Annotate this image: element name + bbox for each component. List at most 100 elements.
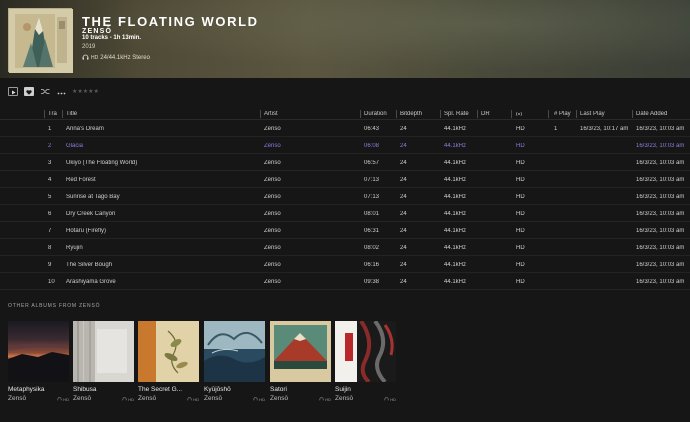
column-format-icon[interactable] <box>515 111 523 119</box>
track-date-added: 16/3/23, 10:03 am <box>636 194 685 200</box>
album-card-artist[interactable]: Zensō <box>8 395 26 402</box>
album-card-suijin[interactable]: Suijin Zensō HD <box>335 321 396 402</box>
album-card-name[interactable]: The Secret G... <box>138 386 199 393</box>
column-play-count[interactable]: # Play <box>554 111 571 117</box>
track-row[interactable]: 7 Hotaru (Firefly) Zensō 06:31 24 44.1kHz HD 16… <box>0 222 690 239</box>
album-card-hd-text: HD <box>390 397 396 402</box>
track-number: 8 <box>48 245 52 251</box>
track-bitdepth: 24 <box>400 194 407 200</box>
track-hd-badge: HD <box>516 211 525 217</box>
track-title[interactable]: Arashiyama Grove <box>66 279 116 285</box>
track-artist[interactable]: Zensō <box>264 160 281 166</box>
track-bitdepth: 24 <box>400 211 407 217</box>
headphones-icon <box>319 397 324 402</box>
track-title[interactable]: Ukiyo (The Floating World) <box>66 160 137 166</box>
track-date-added: 16/3/23, 10:03 am <box>636 279 685 285</box>
album-card-cover[interactable] <box>204 321 265 382</box>
track-duration: 06:31 <box>364 228 380 234</box>
column-bitdepth[interactable]: Bitdepth <box>400 111 422 117</box>
track-title[interactable]: Hotaru (Firefly) <box>66 228 106 234</box>
album-year: 2019 <box>82 44 96 50</box>
track-artist[interactable]: Zensō <box>264 194 281 200</box>
shuffle-button[interactable] <box>40 87 50 96</box>
track-row[interactable]: 10 Arashiyama Grove Zensō 09:38 24 44.1kHz HD 1… <box>0 273 690 290</box>
album-card-cover[interactable] <box>270 321 331 382</box>
album-card-artist[interactable]: Zensō <box>270 395 288 402</box>
track-row[interactable]: 3 Ukiyo (The Floating World) Zensō 06:57 24 4… <box>0 154 690 171</box>
album-card-artist[interactable]: Zensō <box>138 395 156 402</box>
column-duration[interactable]: Duration <box>364 111 387 117</box>
favorite-button[interactable] <box>24 86 34 96</box>
headphones-icon <box>57 397 62 402</box>
track-rows: 1 Anna's Dream Zensō 06:43 24 44.1kHz HD 1 16/3/… <box>0 120 690 290</box>
column-title[interactable]: Title <box>66 111 77 117</box>
album-card-metaphysika[interactable]: Metaphysika Zensō HD <box>8 321 69 402</box>
track-title[interactable]: The Silver Bough <box>66 262 112 268</box>
album-card-shibusa[interactable]: Shibusa Zensō HD <box>73 321 134 402</box>
track-title[interactable]: Sunrise at Tago Bay <box>66 194 120 200</box>
album-card-hd-badge: HD <box>253 397 265 402</box>
track-number: 1 <box>48 126 52 132</box>
album-card-artist[interactable]: Zensō <box>335 395 353 402</box>
track-sample-rate: 44.1kHz <box>444 279 467 285</box>
headphones-icon <box>187 397 192 402</box>
track-title[interactable]: Ryūjin <box>66 245 83 251</box>
track-bitdepth: 24 <box>400 160 407 166</box>
album-card-name[interactable]: Suijin <box>335 386 396 393</box>
column-sample-rate[interactable]: Spl. Rate <box>444 111 469 117</box>
track-artist[interactable]: Zensō <box>264 279 281 285</box>
headphones-icon <box>253 397 258 402</box>
track-artist[interactable]: Zensō <box>264 245 281 251</box>
column-track-number[interactable]: Tra <box>48 111 60 117</box>
track-title[interactable]: Dry Creek Canyon <box>66 211 115 217</box>
track-row[interactable]: 8 Ryūjin Zensō 08:02 24 44.1kHz HD 16/3/23, 10:… <box>0 239 690 256</box>
rating-stars[interactable]: ★★★★★ <box>72 88 99 95</box>
column-last-play[interactable]: Last Play <box>580 111 605 117</box>
album-card-name[interactable]: Metaphysika <box>8 386 69 393</box>
track-artist[interactable]: Zensō <box>264 262 281 268</box>
album-card-artist[interactable]: Zensō <box>204 395 222 402</box>
album-track-info: 10 tracks - 1h 13min. <box>82 35 142 41</box>
album-card-cover[interactable] <box>8 321 69 382</box>
track-duration: 06:08 <box>364 143 380 149</box>
track-row[interactable]: 9 The Silver Bough Zensō 06:16 24 44.1kHz HD 16… <box>0 256 690 273</box>
track-number: 7 <box>48 228 52 234</box>
album-card-name[interactable]: Kyūjōshō <box>204 386 265 393</box>
track-duration: 06:43 <box>364 126 380 132</box>
track-row[interactable]: 4 Red Forest Zensō 07:13 24 44.1kHz HD 16/3/23,… <box>0 171 690 188</box>
track-row[interactable]: 2 Glacia Zensō 06:08 24 44.1kHz HD 16/3/23, 10:… <box>0 137 690 154</box>
column-date-added[interactable]: Date Added <box>636 111 667 117</box>
album-artist[interactable]: ZENSŌ <box>82 28 112 35</box>
album-card-cover[interactable] <box>335 321 396 382</box>
track-number: 5 <box>48 194 52 200</box>
album-card-name[interactable]: Shibusa <box>73 386 134 393</box>
track-artist[interactable]: Zensō <box>264 143 281 149</box>
album-card-satori[interactable]: Satori Zensō HD <box>270 321 331 402</box>
track-artist[interactable]: Zensō <box>264 228 281 234</box>
track-row[interactable]: 5 Sunrise at Tago Bay Zensō 07:13 24 44.1kHz H… <box>0 188 690 205</box>
track-artist[interactable]: Zensō <box>264 126 281 132</box>
track-artist[interactable]: Zensō <box>264 177 281 183</box>
more-button[interactable] <box>56 87 66 96</box>
album-card-name[interactable]: Satori <box>270 386 331 393</box>
album-card-artist[interactable]: Zensō <box>73 395 91 402</box>
track-artist[interactable]: Zensō <box>264 211 281 217</box>
play-button[interactable] <box>8 86 18 96</box>
track-title[interactable]: Anna's Dream <box>66 126 104 132</box>
album-card-the-secret-garden[interactable]: The Secret G... Zensō HD <box>138 321 199 402</box>
album-card-cover[interactable] <box>73 321 134 382</box>
column-artist[interactable]: Artist <box>264 111 278 117</box>
track-row[interactable]: 6 Dry Creek Canyon Zensō 08:01 24 44.1kHz HD 16… <box>0 205 690 222</box>
headphones-icon <box>82 54 89 62</box>
column-dr[interactable]: DR <box>481 111 490 117</box>
track-bitdepth: 24 <box>400 143 407 149</box>
album-card-kyujosho[interactable]: Kyūjōshō Zensō HD <box>204 321 265 402</box>
track-row[interactable]: 1 Anna's Dream Zensō 06:43 24 44.1kHz HD 1 16/3/… <box>0 120 690 137</box>
album-cover[interactable] <box>8 8 73 73</box>
track-sample-rate: 44.1kHz <box>444 126 467 132</box>
play-icon <box>11 82 16 100</box>
track-title[interactable]: Red Forest <box>66 177 96 183</box>
album-card-cover[interactable] <box>138 321 199 382</box>
tracks-table: Tra Title Artist Duration Bitdepth Spl. … <box>0 108 690 290</box>
track-title[interactable]: Glacia <box>66 143 83 149</box>
